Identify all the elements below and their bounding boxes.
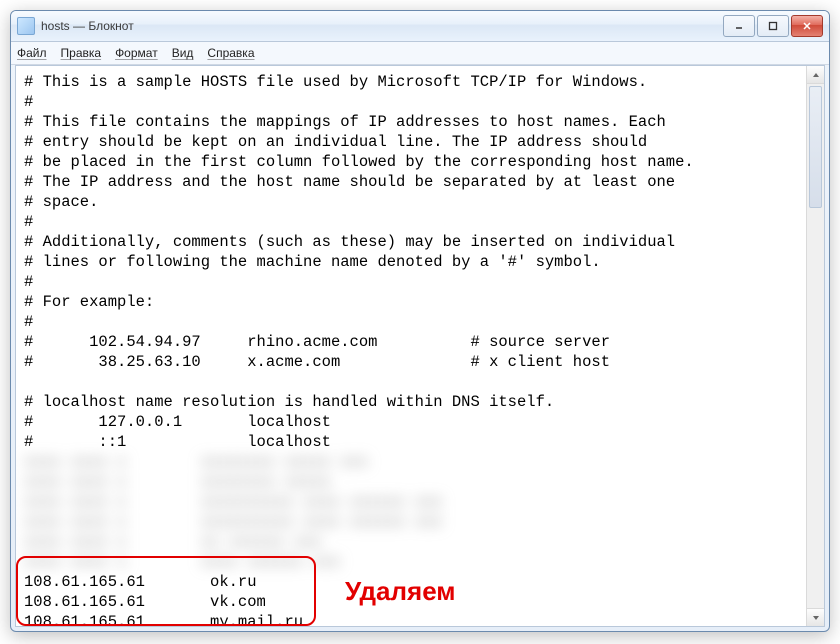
hosts-line: # — [24, 313, 33, 331]
hosts-line: # — [24, 93, 33, 111]
notepad-window: hosts — Блокнот Файл Правка Формат Вид С… — [10, 10, 830, 632]
window-title: hosts — Блокнот — [41, 19, 134, 33]
hosts-line: # — [24, 273, 33, 291]
hosts-line: # — [24, 213, 33, 231]
client-area: # This is a sample HOSTS file used by Mi… — [15, 65, 825, 627]
hosts-line: # 102.54.94.97 rhino.acme.com # source s… — [24, 333, 610, 351]
hosts-line: # Additionally, comments (such as these)… — [24, 233, 675, 251]
scroll-down-button[interactable] — [807, 608, 824, 626]
hosts-malicious-line: 108.61.165.61 ok.ru — [24, 573, 257, 591]
menu-format[interactable]: Формат — [115, 46, 158, 60]
notepad-icon — [17, 17, 35, 35]
close-button[interactable] — [791, 15, 823, 37]
hosts-line: # This is a sample HOSTS file used by Mi… — [24, 73, 647, 91]
hosts-line: # lines or following the machine name de… — [24, 253, 601, 271]
annotation-label: Удаляем — [345, 576, 456, 607]
menu-edit[interactable]: Правка — [61, 46, 102, 60]
hosts-line: # The IP address and the host name shoul… — [24, 173, 675, 191]
scroll-up-button[interactable] — [807, 66, 824, 84]
scroll-thumb[interactable] — [809, 86, 822, 208]
menu-help[interactable]: Справка — [207, 46, 254, 60]
minimize-button[interactable] — [723, 15, 755, 37]
titlebar[interactable]: hosts — Блокнот — [11, 11, 829, 42]
hosts-line: # be placed in the first column followed… — [24, 153, 694, 171]
vertical-scrollbar[interactable] — [806, 66, 824, 626]
hosts-line: # space. — [24, 193, 98, 211]
hosts-line: # entry should be kept on an individual … — [24, 133, 647, 151]
hosts-line: # 38.25.63.10 x.acme.com # x client host — [24, 353, 610, 371]
hosts-malicious-line: 108.61.165.61 vk.com — [24, 593, 266, 611]
hosts-blurred-lines: xxxx xxxx x xxxxxxxx xxxxx xxx xxxx xxxx… — [24, 453, 443, 571]
hosts-line: # 127.0.0.1 localhost — [24, 413, 331, 431]
hosts-line: # localhost name resolution is handled w… — [24, 393, 554, 411]
hosts-line: # This file contains the mappings of IP … — [24, 113, 666, 131]
hosts-malicious-line: 108.61.165.61 my.mail.ru — [24, 613, 303, 626]
text-editor[interactable]: # This is a sample HOSTS file used by Mi… — [16, 66, 806, 626]
menubar: Файл Правка Формат Вид Справка — [11, 42, 829, 65]
hosts-line: # For example: — [24, 293, 154, 311]
maximize-button[interactable] — [757, 15, 789, 37]
hosts-line: # ::1 localhost — [24, 433, 331, 451]
menu-file[interactable]: Файл — [17, 46, 47, 60]
menu-view[interactable]: Вид — [172, 46, 194, 60]
